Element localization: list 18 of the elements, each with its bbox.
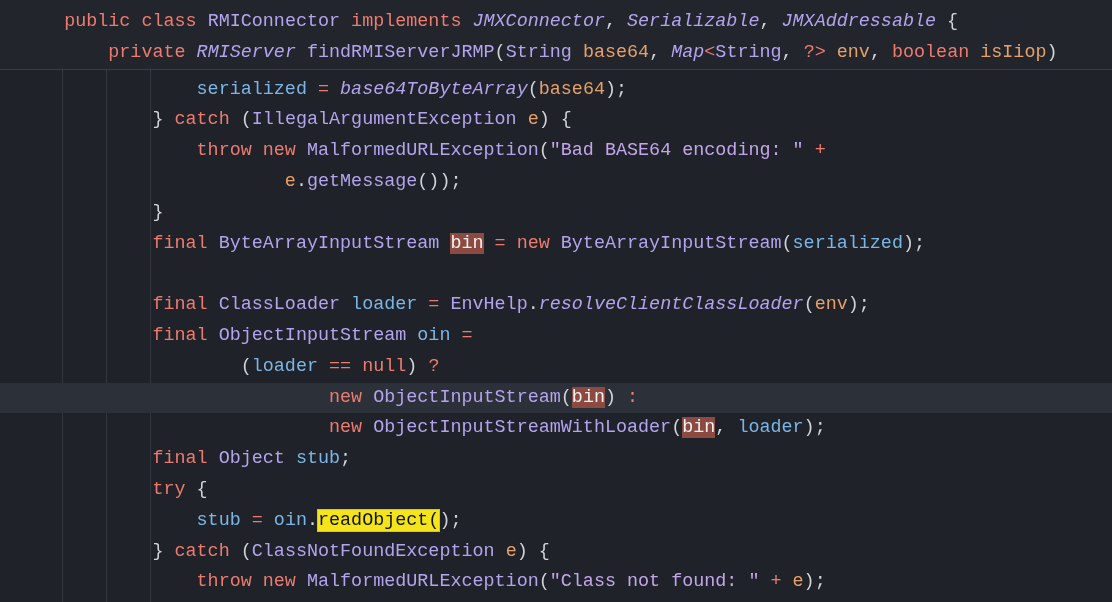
code-line: public class RMIConnector implements JMXConnector, Serializable, JMXAddressable { [63,10,959,34]
code-line: } catch (IllegalArgumentException e) { [151,108,572,133]
code-line: stub = oin.readObject(); [195,508,462,533]
code-line: final ByteArrayInputStream bin = new ByteArrayInputStream(serialized); [151,231,926,256]
code-line: serialized = base64ToByteArray(base64); [195,77,628,102]
code-line: new ObjectInputStream(bin) : [328,385,639,410]
code-line: new ObjectInputStreamWithLoader(bin, loader); [328,416,826,441]
code-line: } [151,200,164,225]
code-line: final Object stub; [151,447,352,472]
code-line: private RMIServer findRMIServerJRMP(String base64, Map<String, ?> env, boolean isIiop) [107,40,1058,65]
code-line: (loader == null) ? [239,354,440,379]
code-line: } catch (ClassNotFoundException e) { [151,539,550,564]
code-line: final ObjectInputStream oin = [151,323,473,348]
code-line: throw new MalformedURLException("Class not found: " + e); [195,570,826,595]
code-line: throw new MalformedURLException("Bad BASE64 encoding: " + [195,139,826,164]
code-line: final ClassLoader loader = EnvHelp.resolveClientClassLoader(env); [151,293,870,318]
code-line: e.getMessage()); [283,170,462,194]
code-line: try { [151,477,208,502]
